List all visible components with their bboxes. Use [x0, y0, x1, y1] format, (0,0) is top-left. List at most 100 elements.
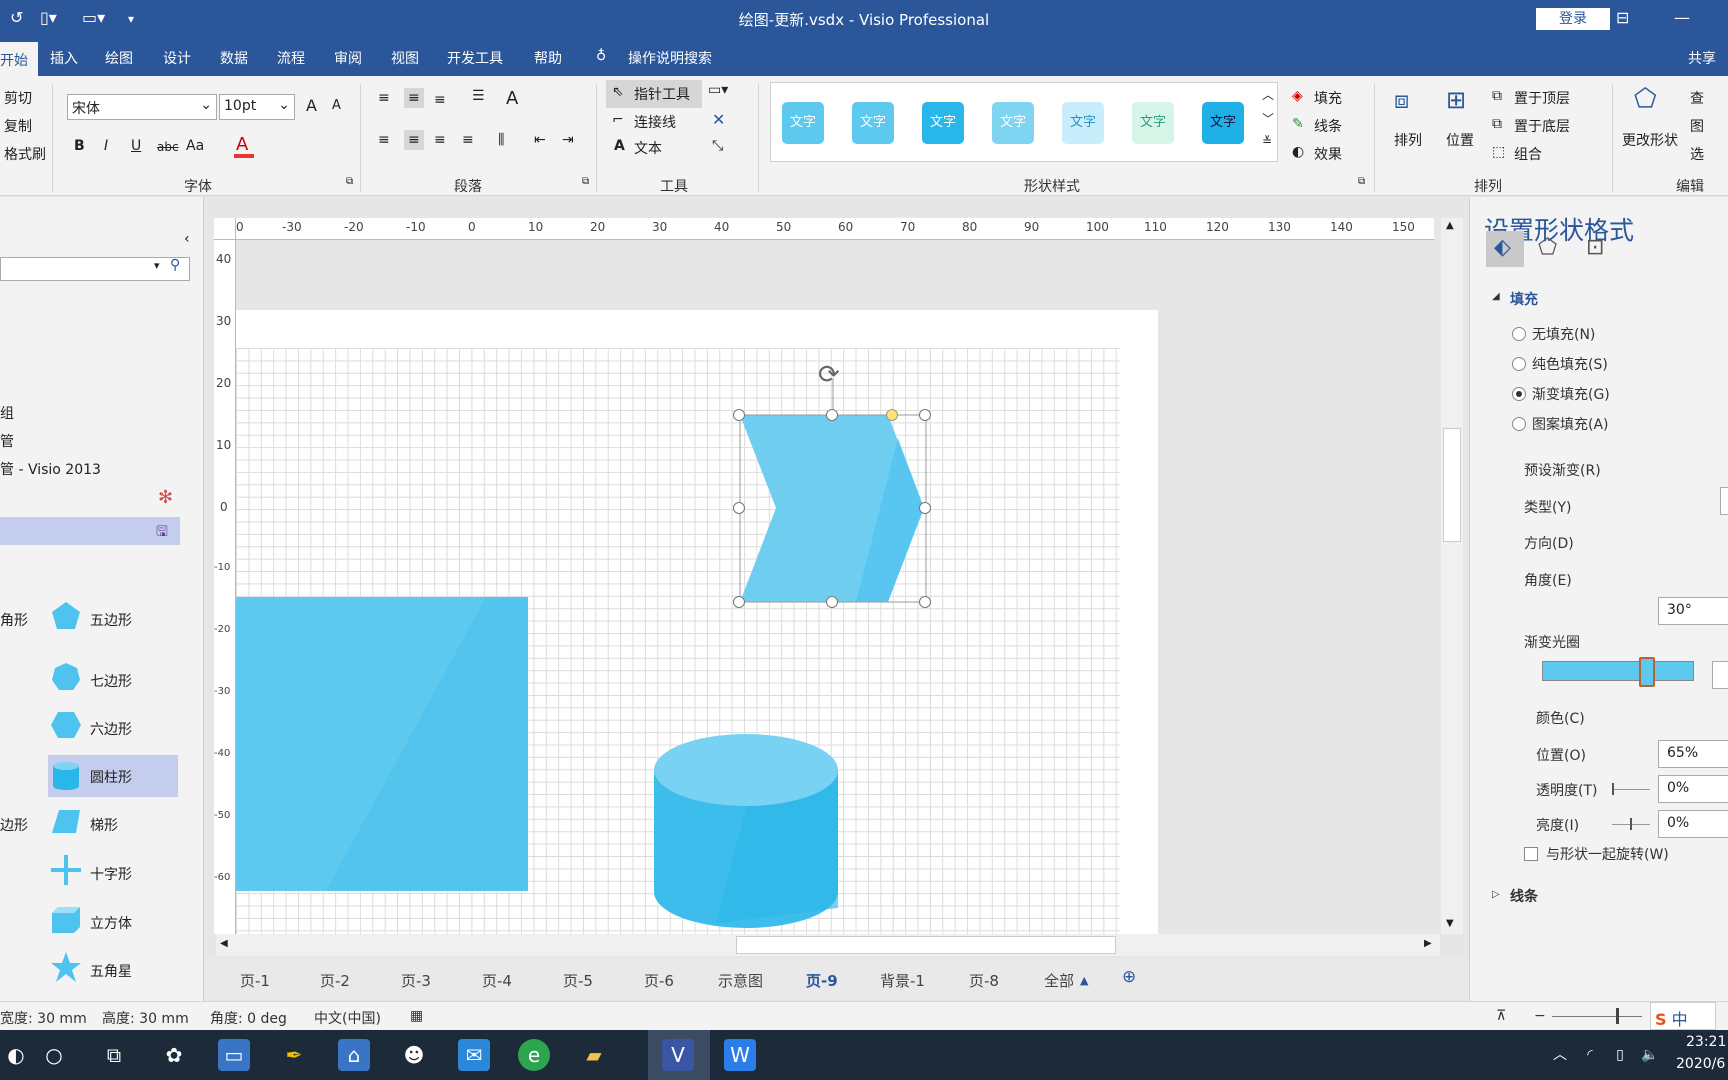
gallery-up-icon[interactable]: ︿: [1262, 86, 1274, 103]
tab-home[interactable]: 开始: [0, 42, 38, 76]
page-tab-active[interactable]: 页-9: [806, 970, 838, 991]
radio-pattern-fill-label[interactable]: 图案填充(A): [1532, 414, 1609, 434]
horizontal-scrollbar[interactable]: ◀ ▶: [216, 934, 1440, 956]
style-swatch-4[interactable]: 文字: [992, 102, 1034, 144]
page-tab[interactable]: 页-4: [482, 970, 512, 991]
clock-time[interactable]: 23:21: [1686, 1034, 1726, 1050]
position-button[interactable]: 位置: [1446, 130, 1474, 150]
align-bottom-icon[interactable]: ≡: [434, 92, 446, 108]
tab-view[interactable]: 视图: [391, 48, 419, 68]
tab-data[interactable]: 数据: [220, 48, 248, 68]
underline-button[interactable]: U: [131, 138, 141, 154]
position-input[interactable]: 65%: [1658, 740, 1728, 768]
shape-trapezoid[interactable]: 梯形: [90, 815, 118, 835]
shape-cube[interactable]: 立方体: [90, 913, 132, 933]
radio-no-fill-label[interactable]: 无填充(N): [1532, 324, 1595, 344]
horizontal-scroll-thumb[interactable]: [736, 936, 1116, 954]
change-case-button[interactable]: Aa: [186, 138, 204, 154]
strikethrough-button[interactable]: abc: [157, 140, 179, 154]
selection-handle[interactable]: [919, 409, 931, 421]
radio-no-fill[interactable]: [1512, 327, 1526, 341]
visio-icon[interactable]: V: [662, 1039, 694, 1071]
shape-left-label[interactable]: 角形: [0, 610, 28, 630]
line-button[interactable]: 线条: [1314, 116, 1342, 136]
tab-process[interactable]: 流程: [277, 48, 305, 68]
wifi-icon[interactable]: ◜: [1574, 1039, 1606, 1071]
page-tab[interactable]: 页-3: [401, 970, 431, 991]
text-direction-icon[interactable]: ⫼: [498, 132, 504, 148]
start-icon[interactable]: ◐: [0, 1039, 32, 1071]
align-right-icon[interactable]: ≡: [434, 132, 446, 148]
shape-search-input[interactable]: [0, 257, 190, 281]
type-dropdown[interactable]: [1720, 487, 1728, 515]
control-handle[interactable]: [886, 409, 898, 421]
page-tab[interactable]: 示意图: [718, 970, 763, 991]
brightness-slider-thumb[interactable]: [1630, 818, 1632, 830]
selection-handle[interactable]: [826, 409, 838, 421]
tray-expand-icon[interactable]: ︿: [1544, 1039, 1576, 1071]
arrange-button[interactable]: 排列: [1394, 130, 1422, 150]
save-icon[interactable]: 🖫: [156, 521, 168, 545]
page-tab[interactable]: 页-6: [644, 970, 674, 991]
collapse-triangle-icon[interactable]: ◢: [1492, 291, 1500, 302]
login-button[interactable]: 登录: [1536, 8, 1610, 30]
cortana-icon[interactable]: ○: [38, 1039, 70, 1071]
vertical-scroll-thumb[interactable]: [1443, 428, 1461, 542]
style-swatch-5[interactable]: 文字: [1062, 102, 1104, 144]
page-tab[interactable]: 页-2: [320, 970, 350, 991]
rectangle-shape[interactable]: [236, 597, 528, 891]
cut-button[interactable]: 剪切: [4, 88, 32, 108]
align-center-icon[interactable]: ≡: [404, 130, 424, 150]
page-tab[interactable]: 页-1: [240, 970, 270, 991]
cylinder-shape[interactable]: [654, 734, 838, 928]
tab-help[interactable]: 帮助: [534, 48, 562, 68]
minimize-icon[interactable]: —: [1674, 8, 1690, 27]
style-swatch-3[interactable]: 文字: [922, 102, 964, 144]
layer-button[interactable]: 图: [1690, 116, 1704, 136]
clock-date[interactable]: 2020/6: [1676, 1056, 1725, 1072]
selection-handle[interactable]: [919, 502, 931, 514]
shape-star[interactable]: 五角星: [90, 961, 132, 981]
align-left-icon[interactable]: ≡: [378, 132, 390, 148]
align-middle-icon[interactable]: ≡: [404, 88, 424, 108]
fill-bucket-icon[interactable]: ⬖: [1494, 235, 1511, 260]
pentagon-effects-icon[interactable]: ⬠: [1538, 235, 1557, 260]
text-tool-button[interactable]: 文本: [634, 138, 662, 158]
tab-design[interactable]: 设计: [163, 48, 191, 68]
search-icon[interactable]: ⚲: [170, 257, 180, 273]
send-to-back-button[interactable]: 置于底层: [1514, 116, 1570, 136]
radio-gradient-fill-label[interactable]: 渐变填充(G): [1532, 384, 1610, 404]
selection-handle[interactable]: [826, 596, 838, 608]
increase-indent-icon[interactable]: ⇥: [562, 132, 574, 148]
style-swatch-6[interactable]: 文字: [1132, 102, 1174, 144]
collapse-pane-icon[interactable]: ‹: [184, 231, 190, 247]
add-page-icon[interactable]: ⊕: [1122, 967, 1136, 987]
rotate-handle-icon[interactable]: ⟳: [818, 360, 840, 390]
fill-button[interactable]: 填充: [1314, 88, 1342, 108]
share-button[interactable]: 共享: [1688, 48, 1716, 68]
selection-handle[interactable]: [733, 596, 745, 608]
scroll-up-icon[interactable]: ▲: [1446, 220, 1454, 231]
all-pages-button[interactable]: 全部: [1044, 970, 1074, 991]
shape-heptagon[interactable]: 七边形: [90, 671, 132, 691]
bring-to-front-button[interactable]: 置于顶层: [1514, 88, 1570, 108]
mail-icon[interactable]: ✉: [458, 1039, 490, 1071]
volume-icon[interactable]: 🔈: [1634, 1039, 1666, 1071]
style-swatch-7[interactable]: 文字: [1202, 102, 1244, 144]
copy-button[interactable]: 复制: [4, 116, 32, 136]
page-tab[interactable]: 页-8: [969, 970, 999, 991]
ime-indicator[interactable]: S 中: [1650, 1002, 1716, 1030]
fill-section-header[interactable]: 填充: [1510, 289, 1538, 309]
shape-hexagon[interactable]: 六边形: [90, 719, 132, 739]
dialog-launcher-icon[interactable]: ⧉: [1358, 176, 1365, 187]
tab-insert[interactable]: 插入: [50, 48, 78, 68]
zoom-out-icon[interactable]: −: [1534, 1008, 1546, 1024]
shape-cross[interactable]: 十字形: [90, 864, 132, 884]
pointer-tool-button[interactable]: 指针工具: [634, 84, 690, 104]
scroll-right-icon[interactable]: ▶: [1424, 938, 1432, 949]
chevron-down-icon[interactable]: ▾: [154, 259, 160, 272]
format-painter-button[interactable]: 格式刷: [4, 144, 46, 164]
selection-handle[interactable]: [733, 409, 745, 421]
wps-icon[interactable]: W: [724, 1039, 756, 1071]
size-properties-icon[interactable]: ⊡: [1586, 235, 1604, 260]
